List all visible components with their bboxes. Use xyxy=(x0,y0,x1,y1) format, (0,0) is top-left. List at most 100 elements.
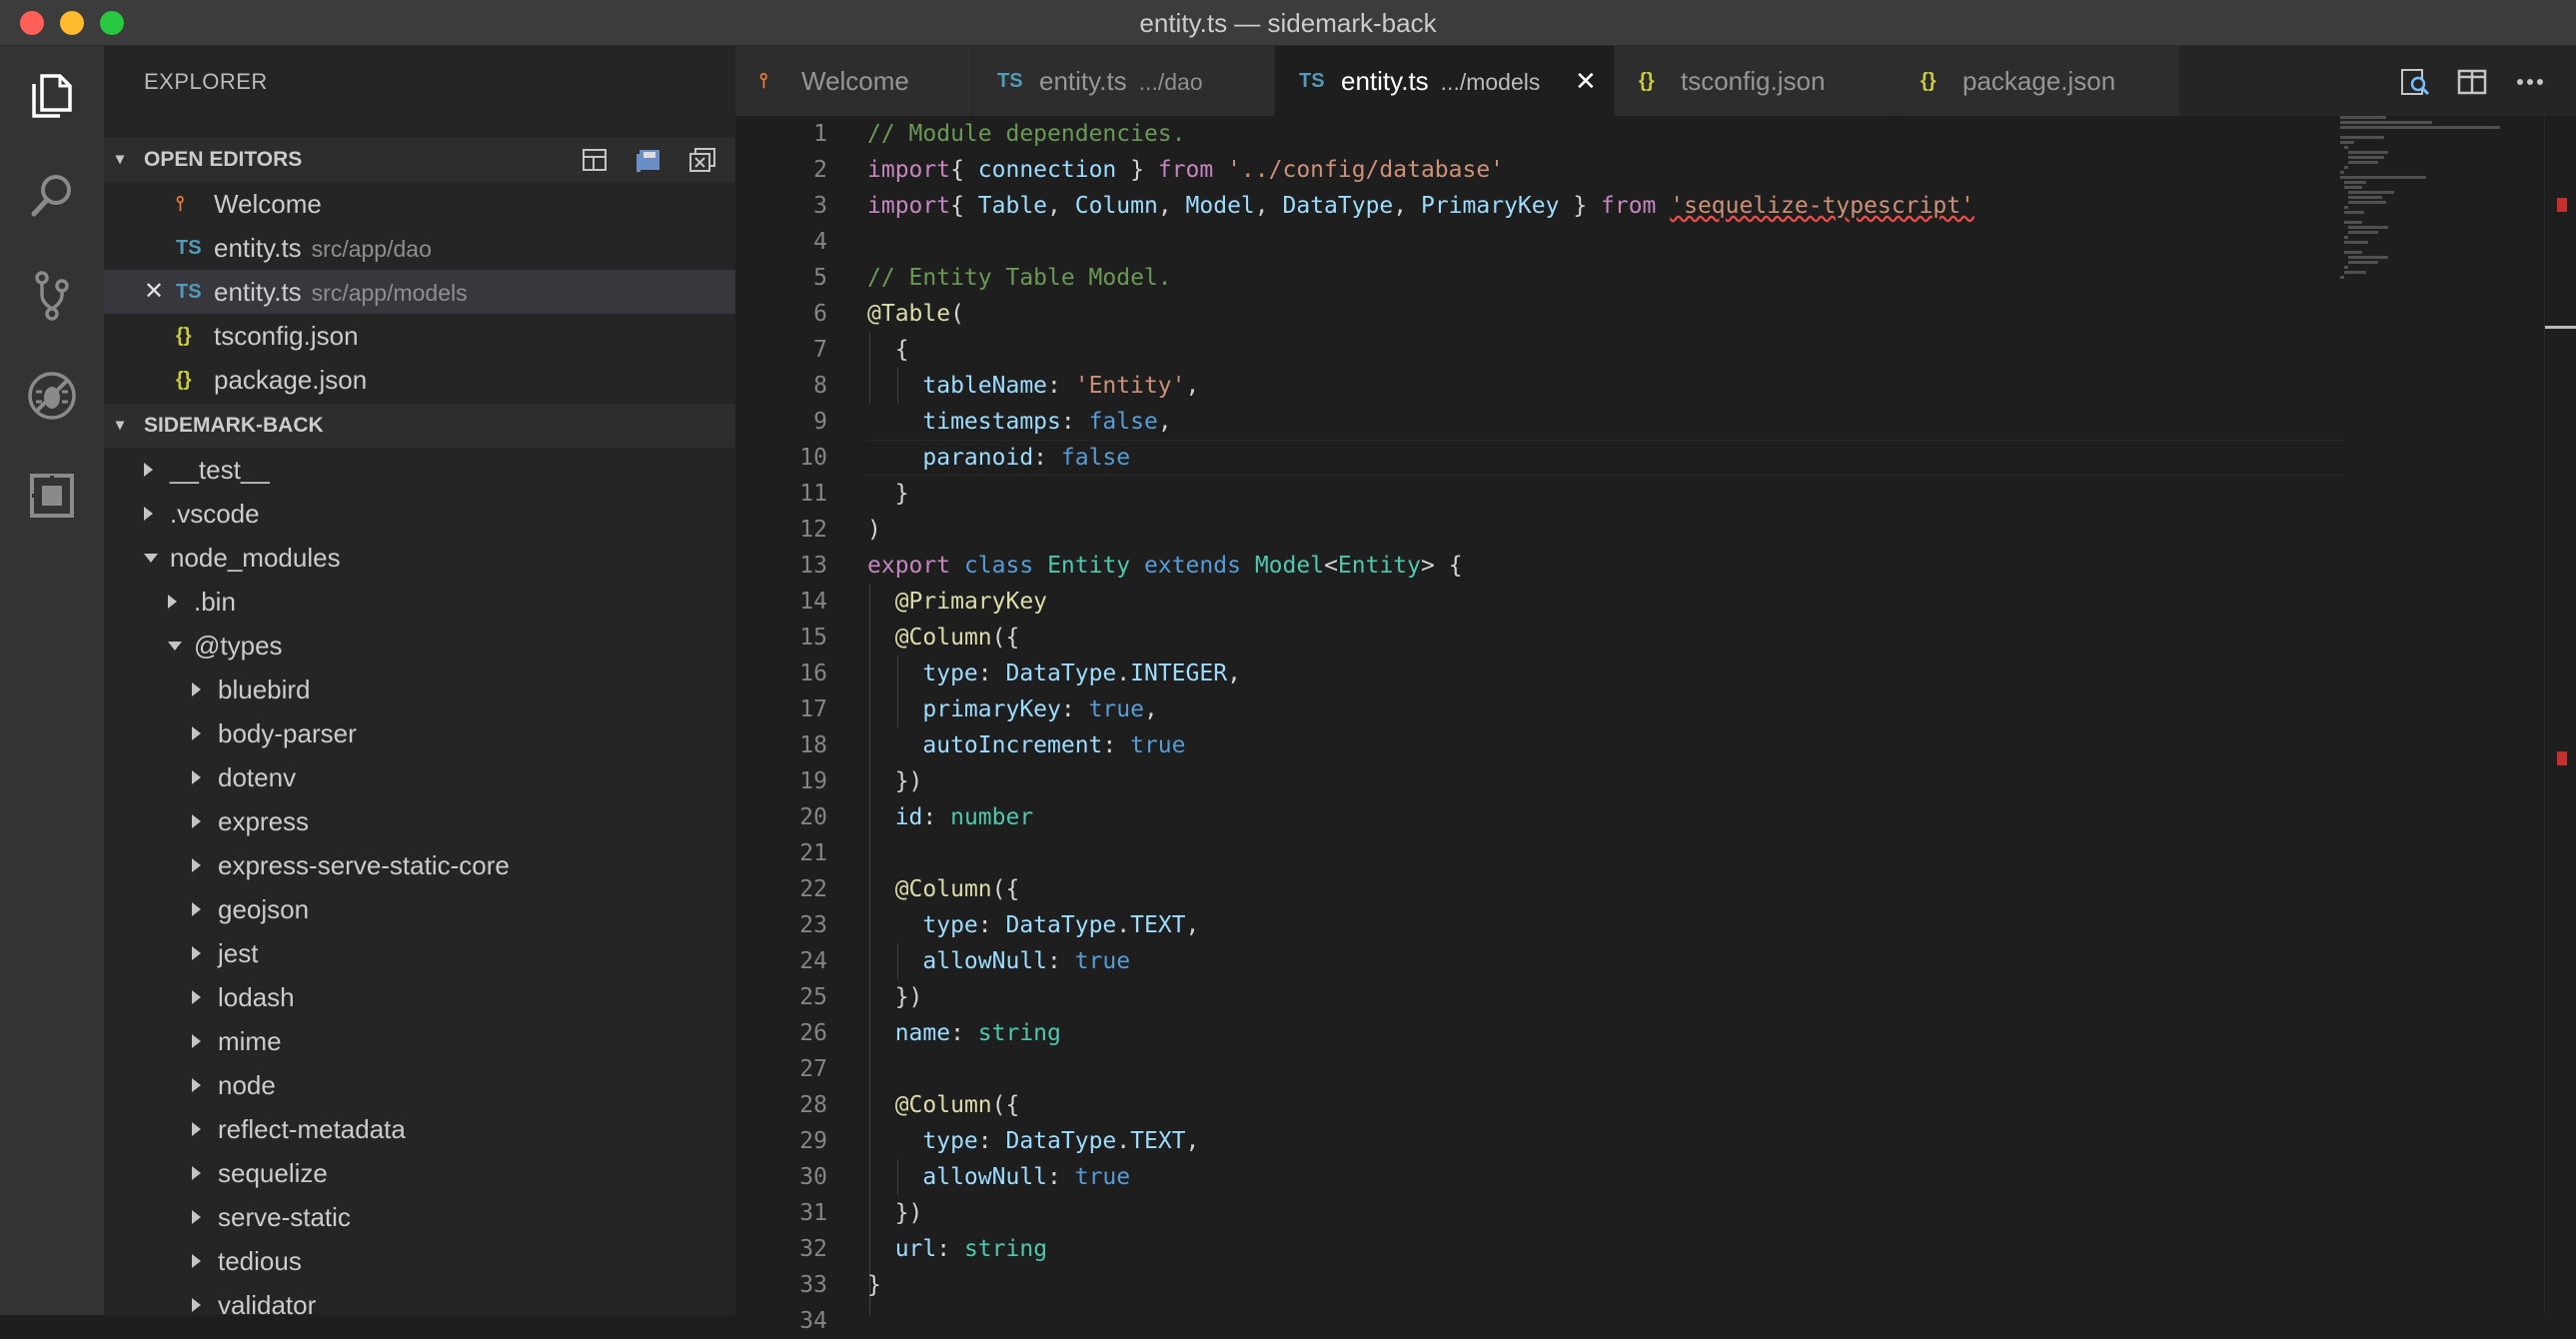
save-all-icon[interactable] xyxy=(634,146,663,174)
code-token: type xyxy=(922,661,978,686)
search-icon[interactable] xyxy=(22,166,82,226)
open-changes-icon[interactable] xyxy=(2398,66,2430,98)
tree-item[interactable]: geojson xyxy=(104,887,735,931)
tree-item-label: reflect-metadata xyxy=(218,1114,406,1144)
tree-item[interactable]: dotenv xyxy=(104,755,735,799)
chevron-right-icon[interactable] xyxy=(192,1034,201,1048)
close-tab-icon[interactable]: ✕ xyxy=(1575,46,1597,116)
open-editor-item[interactable]: ✕ TS entity.ts src/app/models xyxy=(104,270,735,314)
chevron-right-icon[interactable] xyxy=(192,1298,201,1312)
chevron-right-icon[interactable] xyxy=(192,1166,201,1180)
open-editor-item[interactable]: ⫯ Welcome xyxy=(104,182,735,226)
tree-item[interactable]: reflect-metadata xyxy=(104,1107,735,1151)
code-token: }) xyxy=(867,1200,923,1226)
minimap-line xyxy=(2344,211,2364,214)
code-token: // Entity Table Model. xyxy=(867,265,1172,291)
code-line: id: number xyxy=(867,799,1034,835)
tree-item[interactable]: bluebird xyxy=(104,668,735,711)
chevron-right-icon[interactable] xyxy=(192,770,201,784)
close-all-icon[interactable] xyxy=(687,146,717,174)
source-control-icon[interactable] xyxy=(22,266,82,326)
open-editor-item[interactable]: TS entity.ts src/app/dao xyxy=(104,226,735,270)
tree-item[interactable]: serve-static xyxy=(104,1195,735,1239)
chevron-right-icon[interactable] xyxy=(168,595,177,609)
open-editor-item[interactable]: {} package.json xyxy=(104,358,735,402)
chevron-down-icon[interactable] xyxy=(144,554,158,563)
chevron-right-icon[interactable] xyxy=(144,507,153,521)
chevron-right-icon[interactable] xyxy=(192,682,201,696)
chevron-right-icon[interactable] xyxy=(192,814,201,828)
editor-tab[interactable]: {} tsconfig.json xyxy=(1615,46,1897,116)
chevron-right-icon[interactable] xyxy=(192,858,201,872)
tree-item[interactable]: __test__ xyxy=(104,448,735,492)
code-editor[interactable]: // Module dependencies. import{ connectio… xyxy=(867,116,2346,1315)
code-token: allowNull xyxy=(922,948,1048,974)
chevron-down-icon[interactable] xyxy=(168,642,182,651)
tab-file-name: package.json xyxy=(1962,66,2116,96)
ts-file-icon: TS xyxy=(176,237,202,259)
chevron-right-icon[interactable] xyxy=(192,1122,201,1136)
editor-tab[interactable]: {} package.json xyxy=(1897,46,2180,116)
editor-tab[interactable]: ⫯ Welcome xyxy=(735,46,973,116)
close-icon[interactable]: ✕ xyxy=(144,270,164,314)
editor-tab[interactable]: TS entity.ts .../models ✕ xyxy=(1275,46,1615,116)
chevron-right-icon[interactable] xyxy=(192,902,201,916)
split-editor-icon[interactable] xyxy=(2456,66,2488,98)
tree-item[interactable]: body-parser xyxy=(104,711,735,755)
chevron-right-icon[interactable] xyxy=(192,726,201,740)
vertical-scrollbar[interactable] xyxy=(2544,116,2576,1315)
code-token: ({ xyxy=(991,876,1020,902)
project-header[interactable]: ▾ SIDEMARK-BACK xyxy=(104,404,735,448)
chevron-right-icon[interactable] xyxy=(144,463,153,477)
code-token: : xyxy=(1060,409,1089,435)
tree-item[interactable]: express xyxy=(104,799,735,843)
code-token: string xyxy=(977,1020,1061,1046)
chevron-right-icon[interactable] xyxy=(192,946,201,960)
debug-icon[interactable] xyxy=(22,366,82,426)
tree-item[interactable]: express-serve-static-core xyxy=(104,843,735,887)
tree-item-label: mime xyxy=(218,1026,282,1056)
tree-item[interactable]: node xyxy=(104,1063,735,1107)
new-untitled-file-icon[interactable] xyxy=(580,146,610,174)
more-actions-icon[interactable] xyxy=(2514,66,2546,98)
editor-tab[interactable]: TS entity.ts .../dao xyxy=(973,46,1275,116)
line-number: 13 xyxy=(799,553,827,579)
code-line: import{ connection } from '../config/dat… xyxy=(867,152,1504,188)
tree-item[interactable]: mime xyxy=(104,1019,735,1063)
code-line: type: DataType.TEXT, xyxy=(867,1123,1199,1159)
extensions-icon[interactable] xyxy=(22,466,82,526)
minimap-line xyxy=(2348,201,2386,204)
tree-item[interactable]: lodash xyxy=(104,975,735,1019)
tab-file-path: .../dao xyxy=(1138,69,1203,95)
line-number: 5 xyxy=(813,265,827,291)
tree-item[interactable]: validator xyxy=(104,1283,735,1315)
code-token: } xyxy=(1559,193,1602,219)
tree-item[interactable]: @types xyxy=(104,624,735,668)
files-icon[interactable] xyxy=(22,66,82,126)
tree-item[interactable]: tedious xyxy=(104,1239,735,1283)
tree-item[interactable]: node_modules xyxy=(104,536,735,580)
chevron-right-icon[interactable] xyxy=(192,1254,201,1268)
code-token: : xyxy=(977,912,1006,938)
minimap-line xyxy=(2340,176,2426,179)
open-editor-name: entity.ts src/app/models xyxy=(214,270,468,315)
tree-item-label: .bin xyxy=(194,587,236,617)
chevron-right-icon[interactable] xyxy=(192,990,201,1004)
chevron-right-icon[interactable] xyxy=(192,1210,201,1224)
tree-item[interactable]: .vscode xyxy=(104,492,735,536)
open-editor-item[interactable]: {} tsconfig.json xyxy=(104,314,735,358)
tree-item[interactable]: .bin xyxy=(104,580,735,624)
tree-item[interactable]: jest xyxy=(104,931,735,975)
file-name: tsconfig.json xyxy=(214,321,359,351)
minimap[interactable] xyxy=(2340,116,2500,356)
chevron-right-icon[interactable] xyxy=(192,1078,201,1092)
json-file-icon: {} xyxy=(176,369,192,391)
open-editors-header[interactable]: ▾ OPEN EDITORS xyxy=(104,138,735,182)
tree-item[interactable]: sequelize xyxy=(104,1151,735,1195)
tree-item-label: geojson xyxy=(218,894,310,924)
line-number: 31 xyxy=(799,1200,827,1226)
